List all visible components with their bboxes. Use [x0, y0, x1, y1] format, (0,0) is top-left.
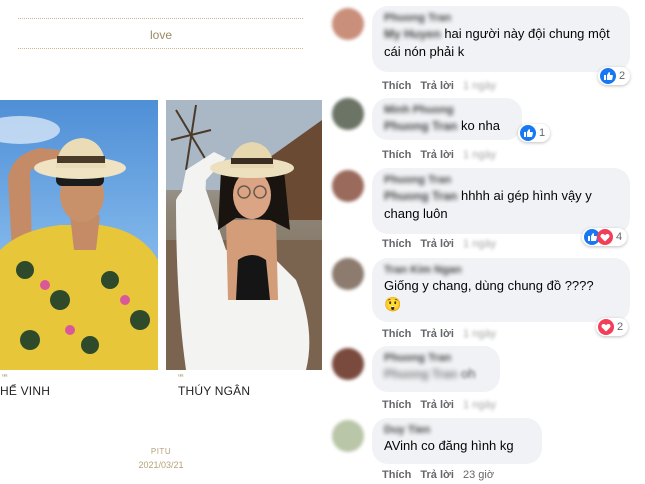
divider-bottom [18, 48, 303, 49]
comment-mention[interactable]: Phuong Tran [384, 119, 457, 133]
comment-bubble: Minh Phuong Phuong Tran ko nha [372, 98, 522, 140]
photo-left-man [0, 100, 158, 370]
comment-mention[interactable]: Phuong Tran [384, 367, 457, 381]
reply-link[interactable]: Trả lời [420, 328, 454, 340]
reaction-summary[interactable]: 4 [582, 228, 628, 246]
comment-author[interactable]: Tran Kim Ngan [384, 264, 618, 277]
avatar[interactable] [332, 98, 364, 130]
reply-link[interactable]: Trả lời [420, 469, 454, 481]
reply-link[interactable]: Trả lời [420, 399, 454, 411]
surprised-emoji-icon: 😲 [384, 296, 402, 312]
comments-panel: Phuong Tran My Huyen hai người này đội c… [330, 0, 645, 484]
like-icon [520, 125, 536, 141]
comment-body: oh [460, 366, 476, 381]
reply-link[interactable]: Trả lời [420, 80, 454, 92]
comment-author[interactable]: Phuong Tran [384, 12, 618, 25]
comment-bubble: Phuong Tran Phuong Tran oh [372, 346, 500, 392]
reaction-count: 2 [617, 321, 624, 333]
comment-author[interactable]: Minh Phuong [384, 104, 510, 117]
reply-link[interactable]: Trả lời [420, 149, 454, 161]
comment-time[interactable]: 1 ngày [463, 238, 496, 250]
comment-actions: Thích Trả lời 1 ngày [382, 328, 502, 340]
reaction-summary[interactable]: 2 [598, 67, 631, 85]
heart-icon [598, 319, 614, 335]
photo-right-woman [166, 100, 322, 370]
comment-time[interactable]: 23 giờ [463, 469, 494, 481]
caption-left: HỂ VINH [0, 384, 51, 398]
footer-date: 2021/03/21 [138, 460, 184, 470]
comment-body: Giống y chang, dùng chung đồ ???? [384, 278, 594, 293]
avatar[interactable] [332, 258, 364, 290]
comment-actions: Thích Trả lời 1 ngày [382, 399, 502, 411]
footer-brand: PITU [150, 447, 172, 456]
comment-time[interactable]: 1 ngày [463, 328, 496, 340]
comment-text: My Huyen hai người này đội chung một cái… [384, 25, 618, 61]
comment-actions: Thích Trả lời 1 ngày [382, 238, 502, 250]
comment-text: Phuong Tran oh [384, 365, 488, 383]
comment-time[interactable]: 1 ngày [463, 399, 496, 411]
comment-text: Phuong Tran ko nha [384, 117, 510, 135]
comment-actions: Thích Trả lời 1 ngày [382, 149, 502, 161]
avatar[interactable] [332, 420, 364, 452]
like-link[interactable]: Thích [382, 80, 411, 92]
like-link[interactable]: Thích [382, 328, 411, 340]
comment-author[interactable]: Phuong Tran [384, 174, 618, 187]
comment-mention[interactable]: My Huyen [384, 27, 441, 41]
reaction-count: 2 [619, 70, 626, 82]
heart-icon [597, 229, 613, 245]
like-icon [600, 68, 616, 84]
like-link[interactable]: Thích [382, 149, 411, 161]
reaction-count: 4 [616, 231, 623, 243]
comment-body: AVinh co đăng hình kg [384, 438, 514, 453]
comment-time[interactable]: 1 ngày [463, 149, 496, 161]
reply-link[interactable]: Trả lời [420, 238, 454, 250]
caption-right: THÚY NGÂN [178, 384, 251, 398]
comment-bubble: Phuong Tran My Huyen hai người này đội c… [372, 6, 630, 72]
comment-text: Phuong Tran hhhh ai gép hình vậy y chang… [384, 187, 618, 223]
reaction-summary[interactable]: 1 [518, 124, 551, 142]
comment-author[interactable]: Phuong Tran [384, 352, 488, 365]
comment-time[interactable]: 1 ngày [463, 80, 496, 92]
comment-bubble: Tran Kim Ngan Giống y chang, dùng chung … [372, 258, 630, 322]
like-link[interactable]: Thích [382, 399, 411, 411]
comment-author[interactable]: Duy Tien [384, 424, 530, 437]
avatar[interactable] [332, 348, 364, 380]
avatar[interactable] [332, 8, 364, 40]
divider-top [18, 18, 303, 19]
like-link[interactable]: Thích [382, 469, 411, 481]
avatar[interactable] [332, 170, 364, 202]
quote-mark-right: ““ [178, 373, 184, 384]
comment-bubble: Phuong Tran Phuong Tran hhhh ai gép hình… [372, 168, 630, 234]
reaction-count: 1 [539, 127, 546, 139]
comment-actions: Thích Trả lời 23 giờ [382, 469, 500, 481]
like-link[interactable]: Thích [382, 238, 411, 250]
reaction-summary[interactable]: 2 [596, 318, 629, 336]
comment-mention[interactable]: Phuong Tran [384, 189, 457, 203]
comment-actions: Thích Trả lời 1 ngày [382, 80, 502, 92]
comment-bubble: Duy Tien AVinh co đăng hình kg [372, 418, 542, 464]
quote-mark-left: ““ [2, 373, 8, 384]
collage-heading: love [149, 28, 172, 42]
collage-card: love ““ HỂ VINH ““ THÚY NGÂN PITU 2021/0… [0, 0, 330, 484]
comment-body: ko nha [460, 118, 501, 133]
